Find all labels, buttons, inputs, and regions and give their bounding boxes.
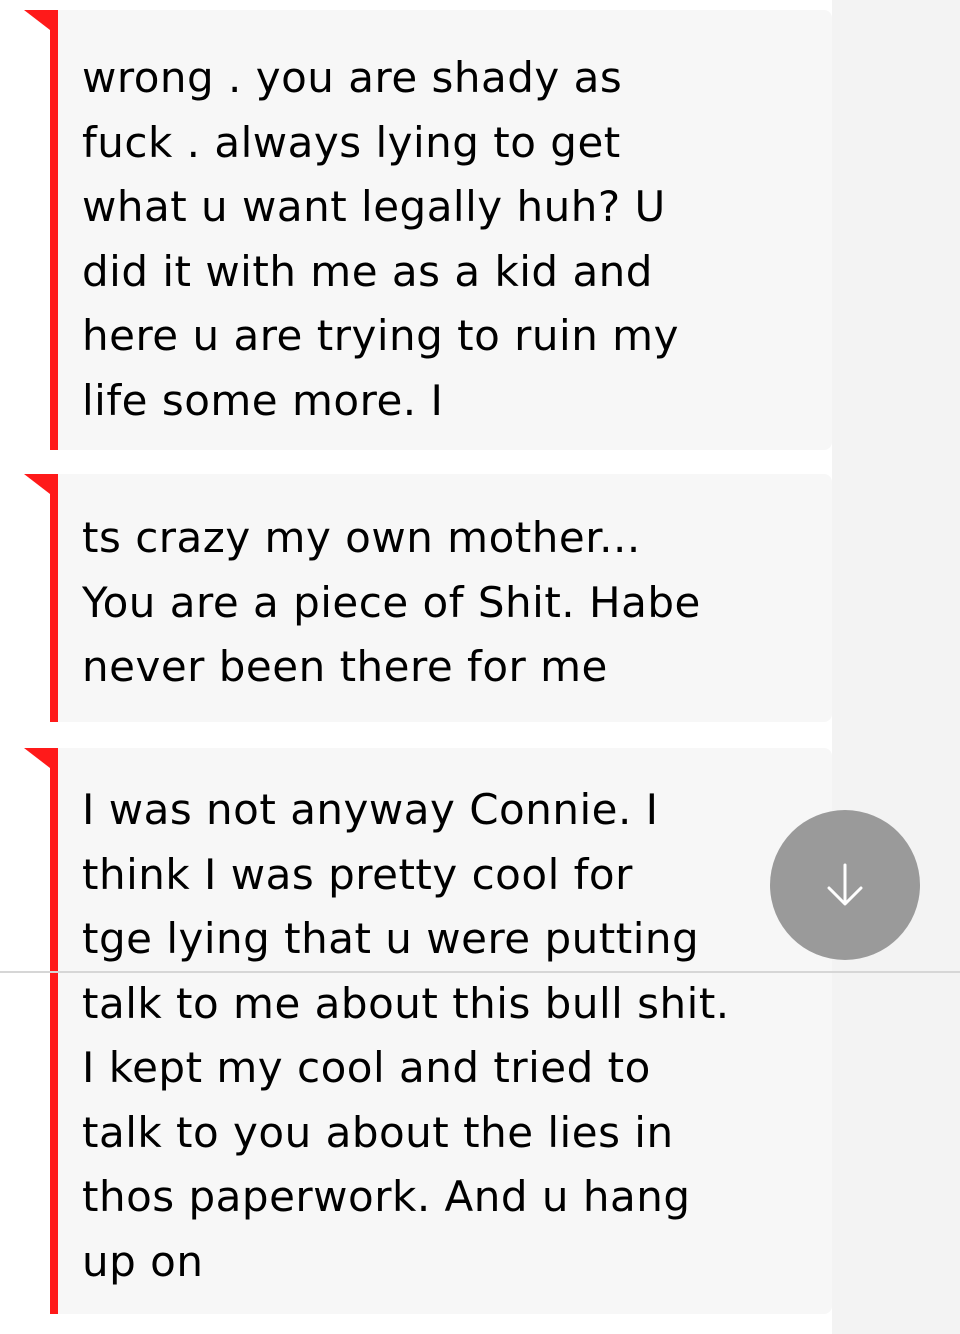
message-tail-icon <box>24 474 50 494</box>
message-text: wrong . you are shady as fuck . always l… <box>82 53 679 425</box>
message-accent-bar <box>50 748 58 1314</box>
scroll-to-bottom-button[interactable] <box>770 810 920 960</box>
message-tail-icon <box>24 10 50 30</box>
arrow-down-icon <box>827 863 863 906</box>
message-bubble[interactable]: ts crazy my own mother... You are a piec… <box>24 474 832 722</box>
screenshot-seam-divider <box>0 971 960 973</box>
right-panel-background <box>832 0 960 1334</box>
message-accent-bar <box>50 474 58 722</box>
message-accent-bar <box>50 10 58 450</box>
message-tail-icon <box>24 748 50 768</box>
message-bubble[interactable]: I was not anyway Connie. I think I was p… <box>24 748 832 1314</box>
message-text: I was not anyway Connie. I think I was p… <box>82 785 730 1286</box>
message-bubble[interactable]: wrong . you are shady as fuck . always l… <box>24 10 832 450</box>
message-text: ts crazy my own mother... You are a piec… <box>82 513 701 691</box>
